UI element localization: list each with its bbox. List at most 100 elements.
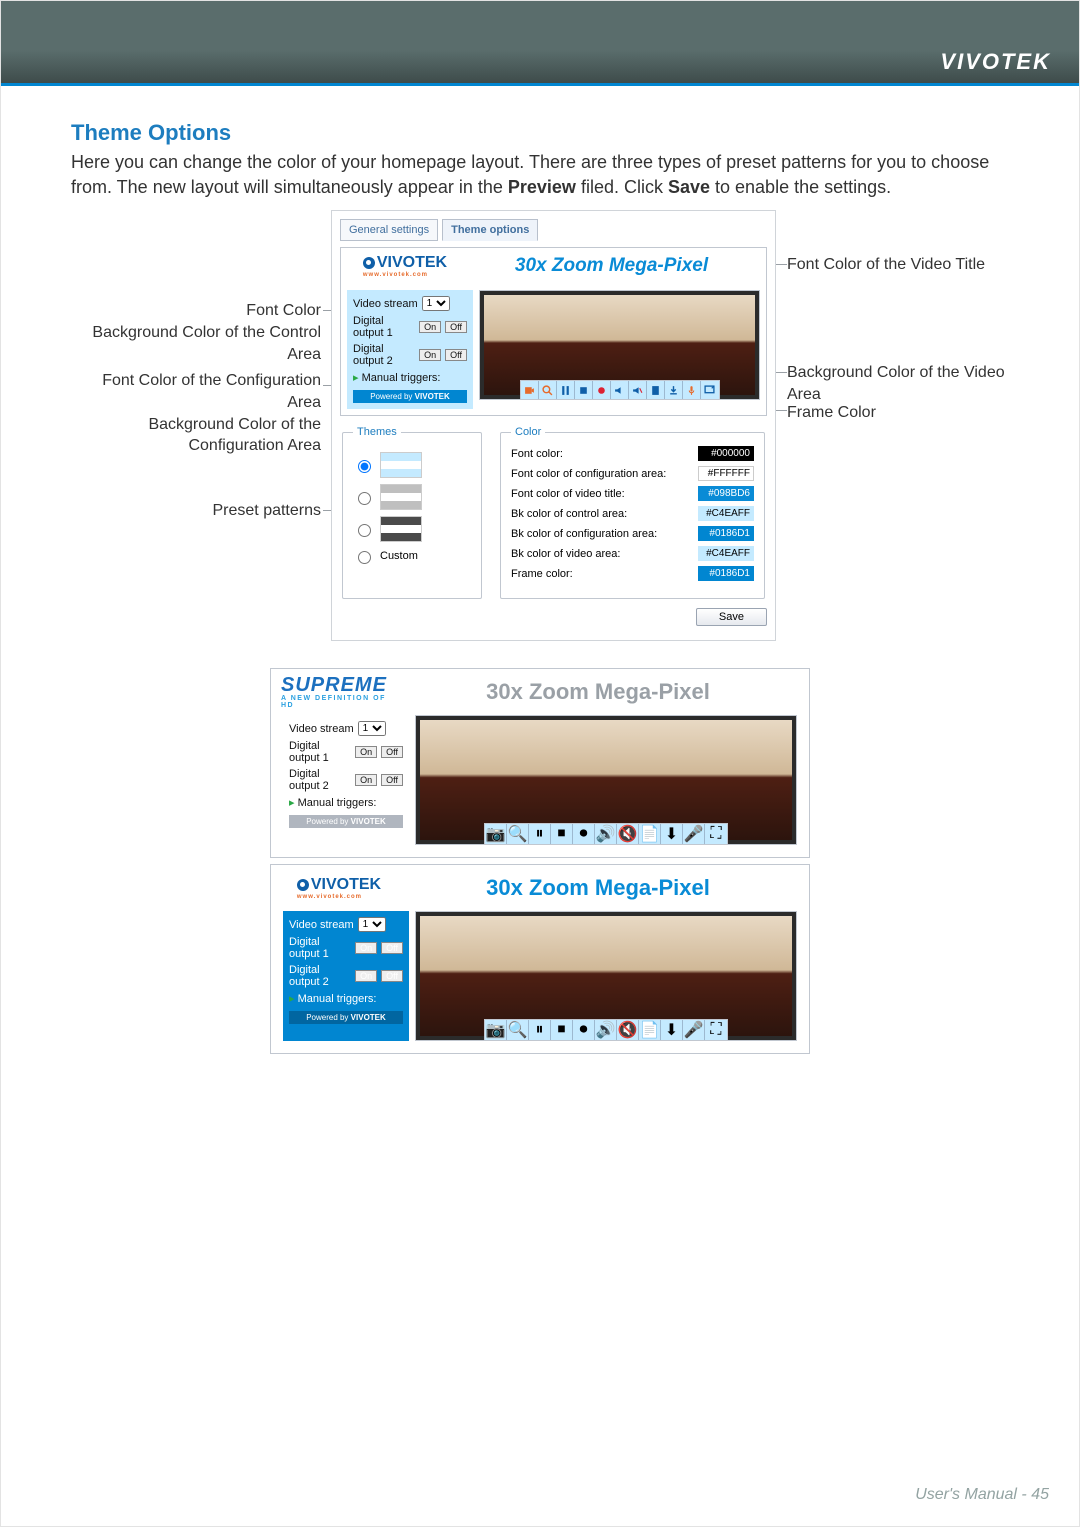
preview-logo: VIVOTEK www.vivotek.com — [281, 874, 397, 902]
powered-by: Powered by VIVOTEK — [353, 390, 467, 403]
camera-icon[interactable] — [521, 381, 539, 399]
dout2-off-button[interactable]: Off — [445, 349, 467, 361]
record-icon[interactable]: ⏺ — [573, 1020, 595, 1040]
video-title: 30x Zoom Mega-Pixel — [397, 875, 799, 901]
camera-icon[interactable]: 📷 — [485, 1020, 507, 1040]
themes-fieldset: Themes Custom — [342, 426, 482, 599]
settings-panel: General settings Theme options VIVOTEK w… — [331, 210, 776, 641]
dout1-off-button[interactable]: Off — [381, 942, 403, 954]
page-icon[interactable] — [647, 381, 665, 399]
color-input-title[interactable]: #098BD6 — [698, 486, 754, 501]
callout-config-color: Font Color of the Configuration Area Bac… — [71, 370, 321, 456]
dout2-on-button[interactable]: On — [419, 349, 441, 361]
dout1-off-button[interactable]: Off — [445, 321, 467, 333]
theme-radio-1[interactable] — [358, 460, 371, 473]
mic-icon[interactable] — [683, 381, 701, 399]
dout1-on-button[interactable]: On — [355, 942, 377, 954]
zoom-icon[interactable]: 🔍 — [507, 1020, 529, 1040]
download-icon[interactable]: ⬇ — [661, 824, 683, 844]
header-bar: VIVOTEK — [1, 1, 1079, 86]
video-area: 📷 🔍 ⏸ ⏹ ⏺ 🔊 🔇 📄 ⬇ 🎤 ⛶ — [415, 911, 797, 1041]
pause-icon[interactable]: ⏸ — [529, 824, 551, 844]
download-icon[interactable] — [665, 381, 683, 399]
volume-icon[interactable]: 🔊 — [595, 1020, 617, 1040]
stop-icon[interactable] — [575, 381, 593, 399]
color-input-frame[interactable]: #0186D1 — [698, 566, 754, 581]
color-label-config-font: Font color of configuration area: — [511, 468, 666, 480]
dout2-on-button[interactable]: On — [355, 970, 377, 982]
dout2-label: Digital output 2 — [353, 343, 415, 367]
stream-select[interactable]: 1 — [422, 296, 450, 311]
theme-option-2[interactable] — [353, 484, 471, 510]
dout2-on-button[interactable]: On — [355, 774, 377, 786]
page-icon[interactable]: 📄 — [639, 824, 661, 844]
video-title: 30x Zoom Mega-Pixel — [397, 679, 799, 705]
fullscreen-icon[interactable] — [701, 381, 719, 399]
preview-logo: VIVOTEK www.vivotek.com — [347, 252, 463, 280]
zoom-icon[interactable] — [539, 381, 557, 399]
dout1-off-button[interactable]: Off — [381, 746, 403, 758]
video-toolbar — [520, 380, 720, 400]
manual-triggers-toggle[interactable]: Manual triggers: — [289, 796, 403, 809]
manual-triggers-toggle[interactable]: Manual triggers: — [289, 992, 403, 1005]
video-title: 30x Zoom Mega-Pixel — [463, 255, 760, 277]
tab-general-settings[interactable]: General settings — [340, 219, 438, 241]
camera-icon[interactable]: 📷 — [485, 824, 507, 844]
theme-radio-2[interactable] — [358, 492, 371, 505]
control-area: Video stream1 Digital output 1OnOff Digi… — [283, 715, 409, 845]
color-input-font[interactable]: #000000 — [698, 446, 754, 461]
annotated-figure: Font Color Background Color of the Contr… — [71, 210, 1009, 650]
video-area: 📷 🔍 ⏸ ⏹ ⏺ 🔊 🔇 📄 ⬇ 🎤 ⛶ — [415, 715, 797, 845]
mute-icon[interactable]: 🔇 — [617, 824, 639, 844]
control-area: Video stream 1 Digital output 1 On Off D… — [347, 290, 473, 409]
mic-icon[interactable]: 🎤 — [683, 824, 705, 844]
dout1-on-button[interactable]: On — [355, 746, 377, 758]
dout2-off-button[interactable]: Off — [381, 970, 403, 982]
dout2-off-button[interactable]: Off — [381, 774, 403, 786]
stream-select[interactable]: 1 — [358, 721, 386, 736]
video-toolbar: 📷 🔍 ⏸ ⏹ ⏺ 🔊 🔇 📄 ⬇ 🎤 ⛶ — [484, 823, 728, 845]
tab-theme-options[interactable]: Theme options — [442, 219, 538, 241]
theme-radio-custom[interactable] — [358, 551, 371, 564]
color-input-config-bg[interactable]: #0186D1 — [698, 526, 754, 541]
record-icon[interactable] — [593, 381, 611, 399]
dout1-on-button[interactable]: On — [419, 321, 441, 333]
theme-option-custom[interactable]: Custom — [353, 548, 471, 564]
video-area — [479, 290, 760, 400]
control-area: Video stream1 Digital output 1OnOff Digi… — [283, 911, 409, 1041]
save-button[interactable]: Save — [696, 608, 767, 626]
volume-icon[interactable] — [611, 381, 629, 399]
stream-label: Video stream — [353, 298, 418, 310]
color-input-ctrl-bg[interactable]: #C4EAFF — [698, 506, 754, 521]
video-toolbar: 📷 🔍 ⏸ ⏹ ⏺ 🔊 🔇 📄 ⬇ 🎤 ⛶ — [484, 1019, 728, 1041]
fullscreen-icon[interactable]: ⛶ — [705, 1020, 727, 1040]
color-label-ctrl-bg: Bk color of control area: — [511, 508, 627, 520]
camera-icon — [297, 879, 309, 891]
volume-icon[interactable]: 🔊 — [595, 824, 617, 844]
camera-icon — [363, 257, 375, 269]
color-label-font: Font color: — [511, 448, 563, 460]
theme-option-1[interactable] — [353, 452, 471, 478]
color-input-config-font[interactable]: #FFFFFF — [698, 466, 754, 481]
stop-icon[interactable]: ⏹ — [551, 1020, 573, 1040]
fullscreen-icon[interactable]: ⛶ — [705, 824, 727, 844]
manual-triggers-toggle[interactable]: Manual triggers: — [353, 371, 467, 384]
dout1-label: Digital output 1 — [353, 315, 415, 339]
pause-icon[interactable]: ⏸ — [529, 1020, 551, 1040]
download-icon[interactable]: ⬇ — [661, 1020, 683, 1040]
theme-option-3[interactable] — [353, 516, 471, 542]
theme-radio-3[interactable] — [358, 524, 371, 537]
stream-select[interactable]: 1 — [358, 917, 386, 932]
section-description: Here you can change the color of your ho… — [71, 150, 1009, 200]
color-input-video-bg[interactable]: #C4EAFF — [698, 546, 754, 561]
mute-icon[interactable] — [629, 381, 647, 399]
pause-icon[interactable] — [557, 381, 575, 399]
theme-preview: VIVOTEK www.vivotek.com 30x Zoom Mega-Pi… — [340, 247, 767, 416]
mute-icon[interactable]: 🔇 — [617, 1020, 639, 1040]
mic-icon[interactable]: 🎤 — [683, 1020, 705, 1040]
page-icon[interactable]: 📄 — [639, 1020, 661, 1040]
record-icon[interactable]: ⏺ — [573, 824, 595, 844]
color-fieldset: Color Font color:#000000 Font color of c… — [500, 426, 765, 599]
zoom-icon[interactable]: 🔍 — [507, 824, 529, 844]
stop-icon[interactable]: ⏹ — [551, 824, 573, 844]
